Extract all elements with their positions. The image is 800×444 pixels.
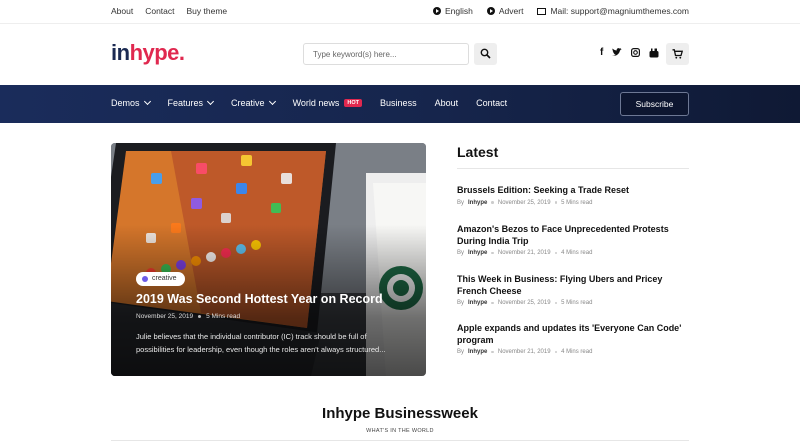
arrow-circle-icon: [432, 7, 441, 15]
advert-label: Advert: [498, 6, 524, 16]
subscribe-button[interactable]: Subscribe: [620, 92, 689, 116]
top-links: About Contact Buy theme: [111, 6, 227, 16]
search-input[interactable]: Type keyword(s) here...: [303, 43, 469, 65]
latest-post: Apple expands and updates its 'Everyone …: [457, 323, 692, 355]
featured-excerpt: Julie believes that the individual contr…: [136, 332, 386, 354]
hot-badge: HOT: [344, 99, 363, 107]
mail-label: Mail: support@magniumthemes.com: [550, 6, 689, 16]
featured-read-time: 5 Mins read: [206, 313, 241, 320]
nav-menu: Demos Features Creative World news HOT Bu…: [111, 97, 507, 108]
nav-item-about[interactable]: About: [435, 98, 459, 108]
search-button[interactable]: [474, 43, 497, 65]
latest-heading: Latest: [457, 144, 499, 160]
section-subtitle: WHAT'S IN THE WORLD: [366, 428, 434, 434]
post-author[interactable]: Inhype: [468, 200, 487, 206]
post-author[interactable]: Inhype: [468, 250, 487, 256]
post-title[interactable]: This Week in Business: Flying Ubers and …: [457, 274, 692, 297]
post-author[interactable]: Inhype: [468, 349, 487, 355]
post-meta: By Inhype November 21, 2019 4 Mins read: [457, 250, 692, 256]
nav-item-label: Features: [167, 98, 204, 108]
section-title: Inhype Businessweek: [322, 405, 478, 422]
search-icon: [480, 48, 491, 59]
separator-dot: [554, 251, 558, 255]
top-right: English Advert Mail: support@magniumthem…: [432, 6, 689, 16]
mail-icon: [537, 7, 547, 15]
featured-meta: November 25, 2019 5 Mins read: [136, 313, 240, 320]
post-date: November 25, 2019: [497, 199, 551, 206]
post-meta: By Inhype November 25, 2019 5 Mins read: [457, 300, 692, 306]
top-link-about[interactable]: About: [111, 6, 133, 16]
nav-item-world-news[interactable]: World news HOT: [292, 98, 363, 108]
latest-post: Brussels Edition: Seeking a Trade Reset …: [457, 185, 692, 206]
post-by: By: [457, 349, 465, 355]
language-label: English: [444, 6, 473, 16]
nav-item-features[interactable]: Features: [167, 97, 215, 108]
separator-dot: [491, 301, 494, 305]
nav-item-creative[interactable]: Creative: [231, 97, 276, 108]
nav-item-business[interactable]: Business: [380, 98, 417, 108]
nav-item-demos[interactable]: Demos: [111, 97, 151, 108]
language-link[interactable]: English: [432, 6, 473, 16]
separator-dot: [554, 350, 558, 354]
post-read-time: 4 Mins read: [561, 349, 593, 355]
divider: [457, 168, 689, 169]
separator-dot: [491, 251, 494, 255]
logo-part-in: in: [111, 40, 130, 65]
site-logo[interactable]: inhype.: [111, 40, 185, 66]
separator-dot: [491, 350, 494, 354]
social-icons: f: [600, 47, 659, 58]
featured-title[interactable]: 2019 Was Second Hottest Year on Record: [136, 292, 383, 306]
twitter-icon[interactable]: [612, 48, 623, 57]
post-title[interactable]: Apple expands and updates its 'Everyone …: [457, 323, 692, 346]
cart-icon: [672, 49, 683, 59]
nav-item-label: Creative: [231, 98, 265, 108]
top-link-buy-theme[interactable]: Buy theme: [187, 6, 228, 16]
post-date: November 21, 2019: [497, 349, 551, 355]
post-date: November 25, 2019: [497, 300, 551, 306]
separator-dot: [198, 315, 202, 318]
top-link-contact[interactable]: Contact: [145, 6, 174, 16]
mail-link[interactable]: Mail: support@magniumthemes.com: [537, 6, 689, 16]
post-author[interactable]: Inhype: [468, 300, 487, 306]
post-read-time: 4 Mins read: [561, 250, 593, 256]
separator-dot: [554, 201, 558, 204]
post-by: By: [457, 250, 465, 256]
post-title[interactable]: Brussels Edition: Seeking a Trade Reset: [457, 185, 692, 197]
advert-link[interactable]: Advert: [486, 6, 524, 16]
arrow-circle-icon: [486, 7, 495, 15]
post-date: November 21, 2019: [497, 250, 551, 256]
post-meta: By Inhype November 25, 2019 5 Mins read: [457, 200, 692, 206]
nav-item-label: Demos: [111, 98, 140, 108]
chevron-down-icon: [143, 97, 151, 106]
post-read-time: 5 Mins read: [561, 199, 593, 206]
chevron-down-icon: [207, 97, 215, 106]
nav-item-contact[interactable]: Contact: [476, 98, 507, 108]
post-read-time: 5 Mins read: [561, 300, 593, 306]
nav-item-label: World news: [292, 98, 340, 108]
nav-item-label: Contact: [476, 98, 508, 108]
separator-dot: [554, 301, 558, 305]
facebook-icon[interactable]: f: [600, 47, 603, 58]
youtube-icon[interactable]: [649, 48, 659, 58]
top-bar: About Contact Buy theme English Advert M…: [0, 0, 800, 24]
category-badge[interactable]: creative: [136, 272, 185, 286]
nav-item-label: About: [434, 98, 459, 108]
latest-post: Amazon's Bezos to Face Unprecedented Pro…: [457, 224, 692, 256]
instagram-icon[interactable]: [631, 48, 641, 57]
chevron-down-icon: [268, 97, 276, 106]
featured-date: November 25, 2019: [136, 313, 194, 320]
post-meta: By Inhype November 21, 2019 4 Mins read: [457, 349, 692, 355]
divider: [111, 440, 689, 441]
post-title[interactable]: Amazon's Bezos to Face Unprecedented Pro…: [457, 224, 692, 247]
nav-item-label: Business: [380, 98, 417, 108]
latest-post: This Week in Business: Flying Ubers and …: [457, 274, 692, 306]
cart-button[interactable]: [666, 43, 689, 65]
post-by: By: [457, 199, 465, 206]
separator-dot: [491, 201, 494, 204]
logo-part-hype: hype.: [129, 40, 185, 65]
post-by: By: [457, 300, 465, 306]
